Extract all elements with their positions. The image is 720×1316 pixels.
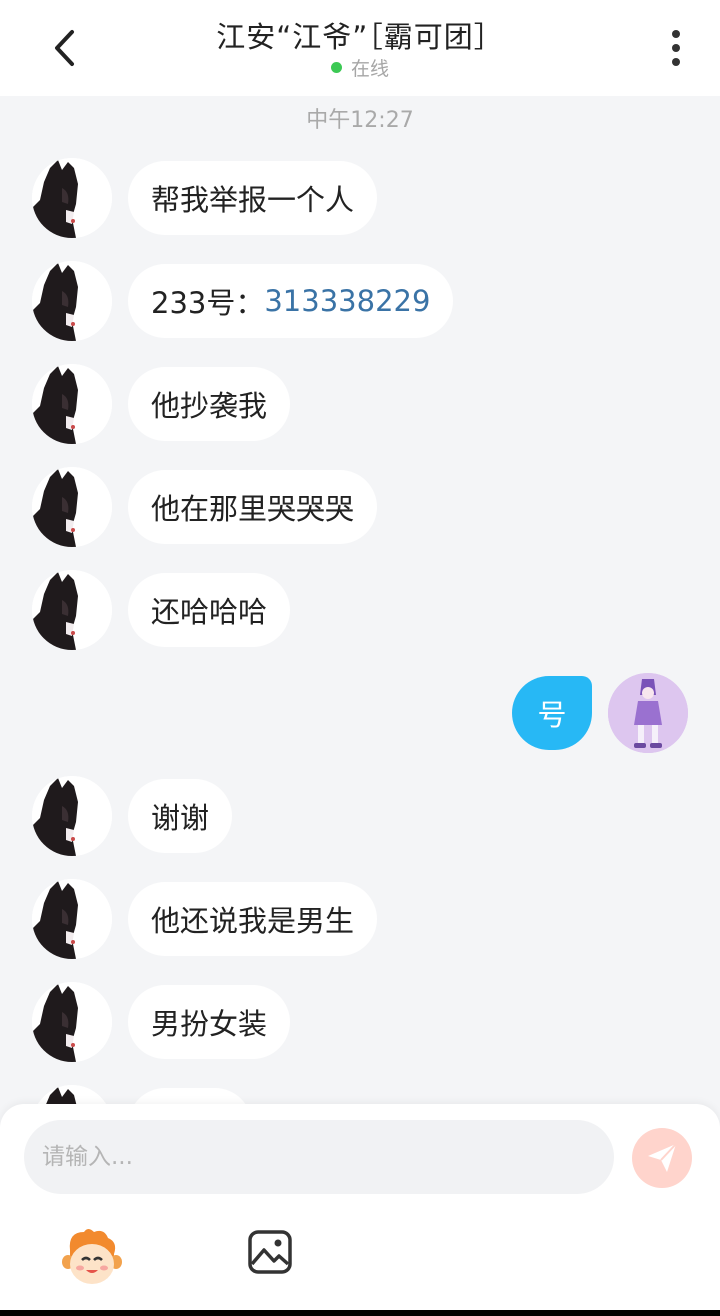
message-bubble[interactable]: 还哈哈哈	[128, 573, 291, 647]
message-row: 233号： 313338229	[0, 261, 720, 341]
send-icon	[648, 1143, 677, 1172]
message-row: 男扮女装	[0, 982, 720, 1062]
chat-title: 江安“江爷”［霸可团］	[216, 20, 504, 54]
message-bubble[interactable]: 他抄袭我	[128, 367, 291, 441]
message-input[interactable]	[24, 1120, 614, 1194]
my-avatar[interactable]	[608, 673, 688, 753]
online-status: 在线	[120, 54, 600, 81]
contact-avatar[interactable]	[32, 158, 112, 238]
message-text: 233号：	[151, 286, 265, 320]
chat-header: 江安“江爷”［霸可团］ 在线	[0, 0, 720, 96]
message-row: 帮我举报一个人	[0, 158, 720, 238]
message-row-self: 号	[0, 673, 720, 753]
image-picker-button[interactable]	[246, 1228, 294, 1276]
message-bubble[interactable]: 他还说我是男生	[128, 882, 378, 956]
message-bubble[interactable]: 谢谢	[128, 779, 233, 853]
contact-avatar[interactable]	[32, 776, 112, 856]
my-message-bubble[interactable]: 号	[512, 676, 592, 750]
user-id-link[interactable]: 313338229	[264, 284, 430, 318]
message-row: 还哈哈哈	[0, 570, 720, 650]
contact-avatar[interactable]	[32, 364, 112, 444]
message-bubble[interactable]: 男扮女装	[128, 985, 291, 1059]
send-button[interactable]	[632, 1128, 692, 1188]
message-row: 谢谢	[0, 776, 720, 856]
message-bubble[interactable]: 233号： 313338229	[128, 264, 454, 338]
image-icon	[248, 1230, 292, 1274]
contact-avatar[interactable]	[32, 570, 112, 650]
system-navigation-bar	[0, 1310, 720, 1316]
contact-avatar[interactable]	[32, 879, 112, 959]
message-row: 他抄袭我	[0, 364, 720, 444]
message-bubble[interactable]: 他在那里哭哭哭	[128, 470, 378, 544]
contact-avatar[interactable]	[32, 982, 112, 1062]
chevron-left-icon	[55, 30, 74, 66]
online-status-label: 在线	[350, 58, 389, 80]
contact-avatar[interactable]	[32, 467, 112, 547]
input-panel	[0, 1104, 720, 1310]
message-row: 他还说我是男生	[0, 879, 720, 959]
message-row: 他在那里哭哭哭	[0, 467, 720, 547]
message-timestamp: 中午12:27	[306, 108, 414, 133]
more-options-button[interactable]	[652, 24, 700, 72]
back-button[interactable]	[40, 24, 88, 72]
online-dot-icon	[330, 62, 342, 73]
emoji-button[interactable]	[60, 1224, 124, 1288]
contact-avatar[interactable]	[32, 261, 112, 341]
more-vertical-icon	[672, 30, 680, 66]
emoji-face-icon	[62, 1229, 122, 1284]
message-bubble[interactable]: 帮我举报一个人	[128, 161, 378, 235]
